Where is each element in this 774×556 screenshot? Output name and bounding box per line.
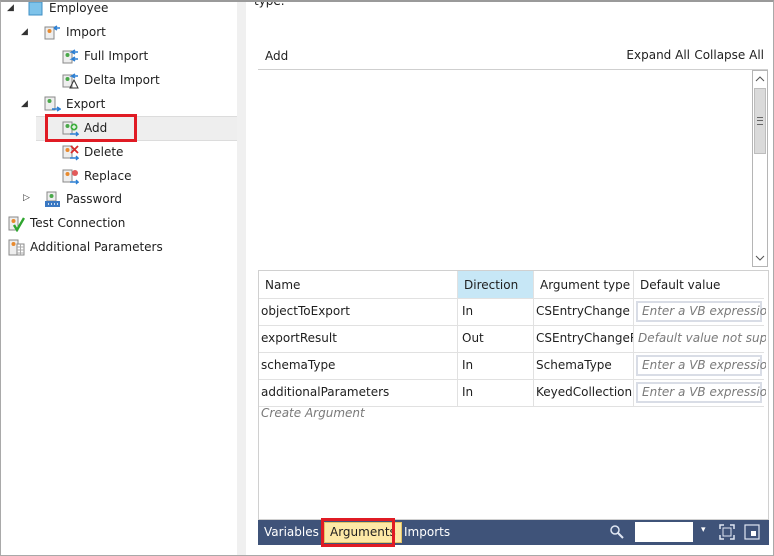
expand-toggle-export[interactable]: ◢ (21, 99, 31, 109)
argument-name[interactable]: exportResult (259, 325, 458, 352)
highlight-box-add (45, 114, 137, 142)
object-type-icon (27, 0, 44, 17)
scroll-thumb[interactable] (754, 88, 766, 154)
delta-import-icon (62, 72, 79, 89)
expand-toggle-employee[interactable]: ◢ (7, 3, 17, 13)
arguments-panel: Name Direction Argument type Default val… (258, 270, 769, 520)
import-icon (44, 24, 61, 41)
column-header-direction[interactable]: Direction (458, 271, 534, 298)
zoom-search-icon[interactable] (609, 524, 625, 540)
tree-item-label: Delta Import (84, 73, 160, 87)
designer-title: Add (265, 49, 289, 63)
column-header-default-value[interactable]: Default value (634, 271, 766, 298)
expand-all-button[interactable]: Expand All (626, 48, 690, 62)
argument-direction[interactable]: In (458, 379, 534, 406)
tree-item-employee[interactable]: Employee (27, 0, 108, 19)
arguments-header-row: Name Direction Argument type Default val… (259, 271, 764, 299)
argument-row[interactable]: additionalParameters In KeyedCollection<… (259, 379, 766, 407)
default-value-input[interactable]: Enter a VB expression (636, 382, 766, 403)
tree-item-delta-import[interactable]: Delta Import (62, 69, 160, 91)
fit-to-screen-icon[interactable] (719, 524, 735, 540)
tree-item-label: Delete (84, 145, 124, 159)
tree-item-label: Full Import (84, 49, 149, 63)
export-icon (44, 96, 63, 113)
argument-direction[interactable]: In (458, 298, 534, 325)
grip-icon (757, 117, 763, 125)
workflow-designer: type. Add Expand All Collapse All Name D… (246, 0, 773, 556)
overview-map-icon[interactable] (744, 524, 760, 540)
tree-item-label: Test Connection (30, 216, 126, 230)
tree-item-full-import[interactable]: Full Import (62, 45, 148, 67)
argument-row[interactable]: objectToExport In CSEntryChange Enter a … (259, 298, 766, 326)
argument-default-cell: Enter a VB expression (634, 379, 766, 406)
designer-header: Add Expand All Collapse All (258, 44, 768, 70)
zoom-dropdown-button[interactable]: ▾ (701, 525, 706, 535)
tree-item-label: Replace (84, 169, 132, 183)
expand-toggle-password[interactable]: ▷ (23, 193, 33, 203)
tree-item-delete[interactable]: Delete (62, 141, 123, 163)
tree-item-label: Employee (49, 1, 109, 15)
scroll-up-button[interactable] (753, 71, 767, 87)
tree-item-import[interactable]: Import (44, 21, 106, 43)
highlight-box-arguments (321, 518, 395, 547)
argument-type[interactable]: SchemaType (534, 352, 634, 379)
expand-toggle-import[interactable]: ◢ (21, 27, 31, 37)
full-import-icon (62, 48, 79, 65)
tab-imports[interactable]: Imports (404, 520, 450, 545)
additional-parameters-icon (8, 239, 25, 256)
argument-type[interactable]: CSEntryChangeResult (534, 325, 634, 352)
column-header-argument-type[interactable]: Argument type (534, 271, 634, 298)
password-icon (44, 191, 61, 208)
tree-item-label: Password (66, 192, 123, 206)
tree-item-label: Import (66, 25, 106, 39)
test-connection-icon (8, 215, 26, 232)
argument-type[interactable]: KeyedCollection<String, ConfigParameter> (534, 379, 634, 406)
column-header-name[interactable]: Name (259, 271, 458, 298)
argument-row[interactable]: schemaType In SchemaType Enter a VB expr… (259, 352, 766, 380)
argument-default-cell: Enter a VB expression (634, 352, 766, 379)
collapse-all-button[interactable]: Collapse All (694, 48, 764, 62)
argument-name[interactable]: schemaType (259, 352, 458, 379)
export-delete-icon (62, 144, 80, 161)
tree-item-additional-parameters[interactable]: Additional Parameters (8, 236, 163, 258)
designer-vertical-scrollbar[interactable] (752, 70, 768, 267)
tree-item-label: Additional Parameters (30, 240, 163, 254)
argument-direction[interactable]: Out (458, 325, 534, 352)
argument-name[interactable]: additionalParameters (259, 379, 458, 406)
argument-type[interactable]: CSEntryChange (534, 298, 634, 325)
tree-item-password[interactable]: Password (44, 188, 122, 210)
default-value-input[interactable]: Enter a VB expression (636, 355, 766, 376)
scroll-down-button[interactable] (753, 250, 767, 266)
tree-item-test-connection[interactable]: Test Connection (8, 212, 125, 234)
zoom-level-input[interactable] (635, 522, 693, 542)
connector-tree: ◢ Employee ◢ Import Full Import Delta Im… (1, 0, 237, 556)
description-text: type. (254, 0, 285, 8)
default-value-input[interactable]: Enter a VB expression (636, 301, 766, 322)
export-replace-icon (62, 168, 80, 185)
tree-item-export[interactable]: Export (44, 93, 105, 115)
chevron-up-icon (755, 76, 765, 82)
argument-name[interactable]: objectToExport (259, 298, 458, 325)
argument-row[interactable]: exportResult Out CSEntryChangeResult Def… (259, 325, 766, 353)
default-value-unsupported: Default value not supported (638, 331, 766, 345)
tree-item-replace[interactable]: Replace (62, 165, 131, 187)
create-argument-link[interactable]: Create Argument (261, 406, 365, 420)
argument-default-cell: Enter a VB expression (634, 298, 766, 325)
chevron-down-icon (755, 255, 765, 261)
tab-variables[interactable]: Variables (264, 520, 319, 545)
tree-item-label: Export (66, 97, 106, 111)
pane-splitter[interactable] (237, 0, 246, 556)
argument-direction[interactable]: In (458, 352, 534, 379)
